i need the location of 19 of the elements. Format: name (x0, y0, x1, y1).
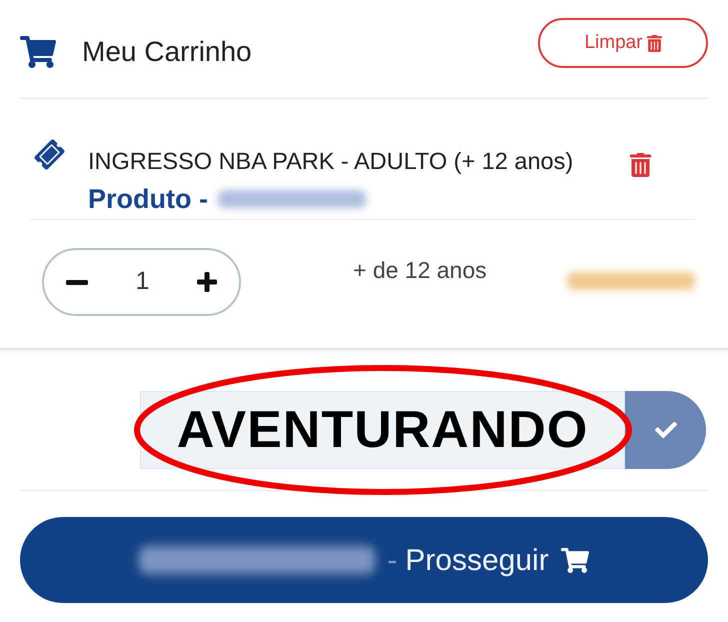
increment-button[interactable] (197, 272, 217, 292)
quantity-value: 1 (136, 266, 150, 298)
coupon-field[interactable]: AVENTURANDO (140, 391, 625, 469)
checkout-button[interactable]: - Prosseguir (20, 517, 708, 603)
minus-icon (66, 280, 88, 284)
check-icon (654, 419, 676, 441)
plus-icon (197, 272, 217, 292)
product-name: INGRESSO NBA PARK - ADULTO (+ 12 anos) (88, 147, 574, 175)
clear-cart-button[interactable]: Limpar (538, 18, 708, 68)
apply-coupon-button[interactable] (625, 391, 706, 469)
cart-icon (560, 548, 589, 572)
trash-icon (630, 153, 651, 177)
trash-icon (646, 34, 662, 52)
decrement-button[interactable] (66, 280, 88, 284)
age-note: + de 12 anos (353, 256, 487, 285)
cart-icon (20, 36, 56, 68)
cart-title: Meu Carrinho (82, 35, 252, 68)
product-category: Produto - (88, 182, 208, 216)
remove-item-button[interactable] (630, 153, 651, 177)
